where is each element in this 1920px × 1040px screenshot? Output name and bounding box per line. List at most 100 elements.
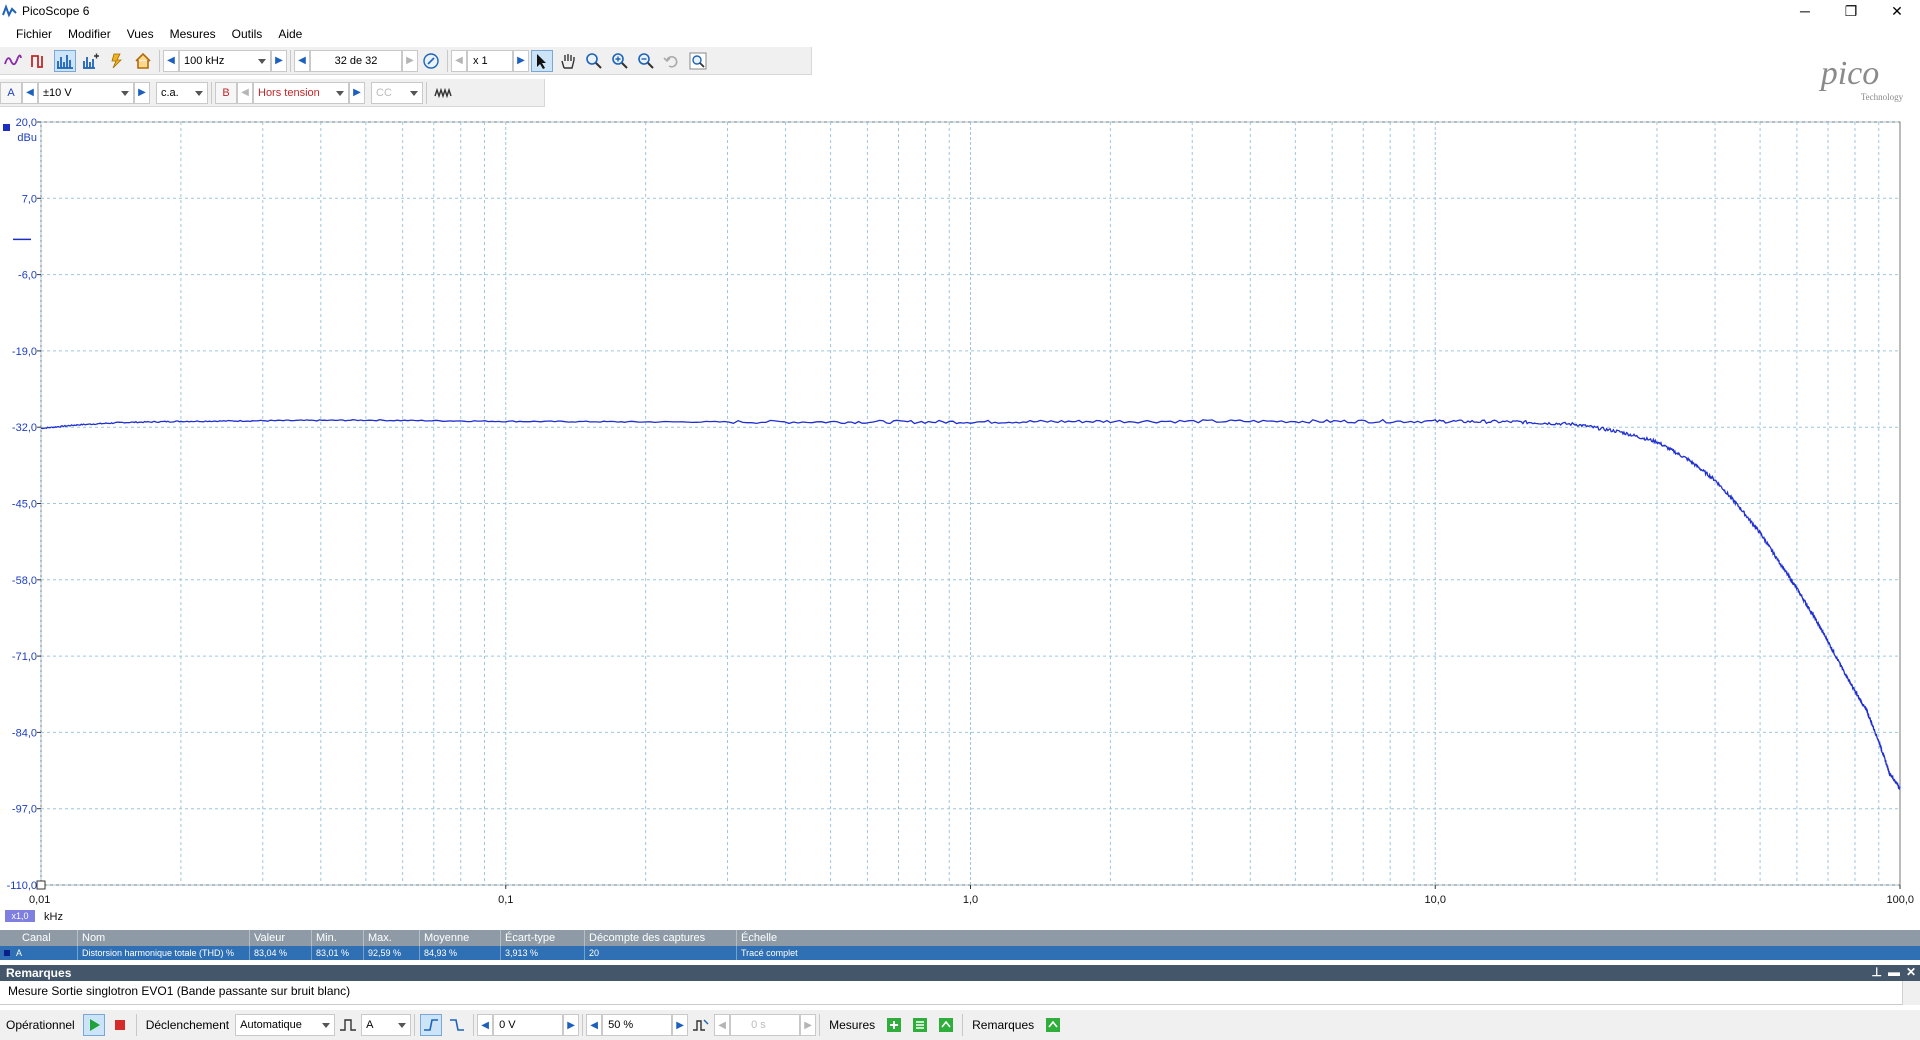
trigger-level-next-button[interactable]: ▶ [563, 1014, 580, 1036]
cell-canal-text: A [16, 948, 23, 958]
scope-mode-icon[interactable] [2, 50, 24, 72]
delay-next-button[interactable]: ▶ [800, 1014, 817, 1036]
menu-mesures[interactable]: Mesures [162, 27, 224, 41]
trigger-source-select[interactable]: A [361, 1014, 412, 1036]
zoom-overview-icon[interactable] [687, 50, 709, 72]
bandwidth-select[interactable]: 100 kHz [179, 49, 271, 72]
minimize-button[interactable]: ─ [1782, 0, 1828, 22]
measurements-table: Canal Nom Valeur Min. Max. Moyenne Écart… [0, 930, 1920, 960]
channel-a-range-prev-button[interactable]: ◀ [22, 81, 38, 104]
pin-icon[interactable]: ⊥ [1871, 965, 1881, 979]
add-measurement-icon[interactable] [883, 1014, 905, 1036]
capture-next-button[interactable]: ▶ [402, 49, 418, 72]
zoom-factor[interactable]: x 1 [467, 49, 513, 72]
col-moyenne: Moyenne [420, 930, 501, 946]
channel-b-range-prev-button[interactable]: ◀ [237, 81, 253, 104]
bandwidth-next-button[interactable]: ▶ [271, 49, 287, 72]
toolbar-separator [962, 1014, 964, 1036]
chevron-down-icon [410, 90, 418, 96]
capture-counter[interactable]: 32 de 32 [310, 49, 402, 72]
advanced-trigger-icon[interactable] [337, 1014, 359, 1036]
menu-outils[interactable]: Outils [224, 27, 271, 41]
undo-zoom-icon[interactable] [661, 50, 683, 72]
show-notes-icon[interactable] [1042, 1014, 1064, 1036]
picoscope-app-icon [2, 4, 17, 18]
remarks-scrollbar[interactable] [1902, 981, 1920, 1005]
cell-max: 92,59 % [364, 946, 420, 960]
restore-button[interactable]: ❐ [1828, 0, 1874, 22]
col-nom: Nom [78, 930, 250, 946]
svg-text:pico: pico [1819, 55, 1880, 92]
pretrigger-next-button[interactable]: ▶ [672, 1014, 689, 1036]
delay-prev-button[interactable]: ◀ [714, 1014, 731, 1036]
measurement-row[interactable]: A Distorsion harmonique totale (THD) % 8… [0, 946, 1920, 960]
probe-wizard-icon[interactable] [106, 50, 128, 72]
channel-b-range-value: Hors tension [258, 86, 320, 99]
zoom-prev-button[interactable]: ◀ [451, 49, 467, 72]
chevron-down-icon [195, 90, 203, 96]
pretrigger-value[interactable]: 50 % [602, 1014, 673, 1036]
channel-b-range-next-button[interactable]: ▶ [349, 81, 365, 104]
close-panel-icon[interactable]: ✕ [1906, 965, 1916, 979]
zoom-out-icon[interactable] [635, 50, 657, 72]
menu-vues[interactable]: Vues [119, 27, 162, 41]
falling-edge-icon[interactable] [446, 1014, 468, 1036]
close-button[interactable]: ✕ [1874, 0, 1920, 22]
spectrum-plot[interactable]: 20,0 7,0 -6,0 -19,0 -32,0 -45,0 -58,0 -71,0 -84,… [0, 110, 1920, 930]
bandwidth-prev-button[interactable]: ◀ [163, 49, 179, 72]
rising-edge-icon[interactable] [420, 1014, 443, 1036]
y-tick-label: -84,0 [12, 727, 37, 739]
chevron-down-icon [336, 90, 344, 96]
pretrigger-prev-button[interactable]: ◀ [586, 1014, 603, 1036]
trigger-label: Déclenchement [145, 1018, 230, 1032]
channel-b-button[interactable]: B [215, 81, 237, 104]
capture-navigator-icon[interactable] [420, 50, 442, 72]
measures-label: Mesures [829, 1018, 876, 1032]
minimize-panel-icon[interactable]: ▬ [1888, 965, 1900, 979]
cell-ecart-type: 3,913 % [501, 946, 585, 960]
channel-a-label: A [7, 86, 15, 99]
trigger-mode-select[interactable]: Automatique [235, 1014, 336, 1036]
y-tick-label: -6,0 [18, 270, 37, 282]
menu-aide[interactable]: Aide [270, 27, 310, 41]
channel-a-range-select[interactable]: ±10 V [38, 81, 134, 104]
home-icon[interactable] [132, 50, 154, 72]
y-axis-unit: dBu [17, 132, 37, 144]
spectrum-mode-icon[interactable] [54, 49, 76, 72]
channel-b-coupling-value: CC [376, 86, 392, 99]
trigger-level[interactable]: 0 V [493, 1014, 564, 1036]
persistence-mode-icon[interactable] [28, 50, 50, 72]
remarks-panel-header: Remarques ⊥ ▬ ✕ [0, 965, 1920, 981]
channel-b-coupling-select[interactable]: CC [371, 81, 423, 104]
spectrum-view[interactable]: 20,0 7,0 -6,0 -19,0 -32,0 -45,0 -58,0 -71,0 -84,… [0, 110, 1920, 930]
edit-measurement-icon[interactable] [909, 1014, 931, 1036]
chevron-down-icon [121, 90, 129, 96]
trigger-level-prev-button[interactable]: ◀ [477, 1014, 494, 1036]
channel-a-coupling-select[interactable]: c.a. [156, 81, 208, 104]
hand-tool-icon[interactable] [557, 50, 579, 72]
toolbar-separator [414, 1014, 416, 1036]
delay-value[interactable]: 0 s [730, 1014, 801, 1036]
menu-fichier[interactable]: Fichier [8, 27, 60, 41]
trigger-delay-icon[interactable] [690, 1014, 712, 1036]
remarks-textbox[interactable]: Mesure Sortie singlotron EVO1 (Bande pas… [0, 981, 1920, 1005]
channel-b-range-select[interactable]: Hors tension [253, 81, 349, 104]
menu-bar: Fichier Modifier Vues Mesures Outils Aid… [0, 24, 310, 44]
zoom-next-button[interactable]: ▶ [513, 49, 529, 72]
channel-a-button[interactable]: A [0, 81, 22, 104]
channel-b-label: B [222, 86, 230, 99]
zoom-in-icon[interactable] [609, 50, 631, 72]
delete-measurement-icon[interactable] [935, 1014, 957, 1036]
capture-prev-button[interactable]: ◀ [294, 49, 310, 72]
zoom-badge-text: x1,0 [11, 911, 28, 921]
zoom-region-icon[interactable] [583, 50, 605, 72]
menu-modifier[interactable]: Modifier [60, 27, 119, 41]
channel-a-coupling-value: c.a. [161, 86, 179, 99]
toolbar-separator [159, 49, 160, 72]
channel-a-range-next-button[interactable]: ▶ [134, 81, 150, 104]
stop-button[interactable] [109, 1014, 131, 1036]
run-button[interactable] [82, 1014, 105, 1036]
pointer-tool-icon[interactable] [531, 49, 553, 72]
advanced-options-icon[interactable] [432, 82, 454, 104]
add-spectrum-view-icon[interactable] [80, 50, 102, 72]
